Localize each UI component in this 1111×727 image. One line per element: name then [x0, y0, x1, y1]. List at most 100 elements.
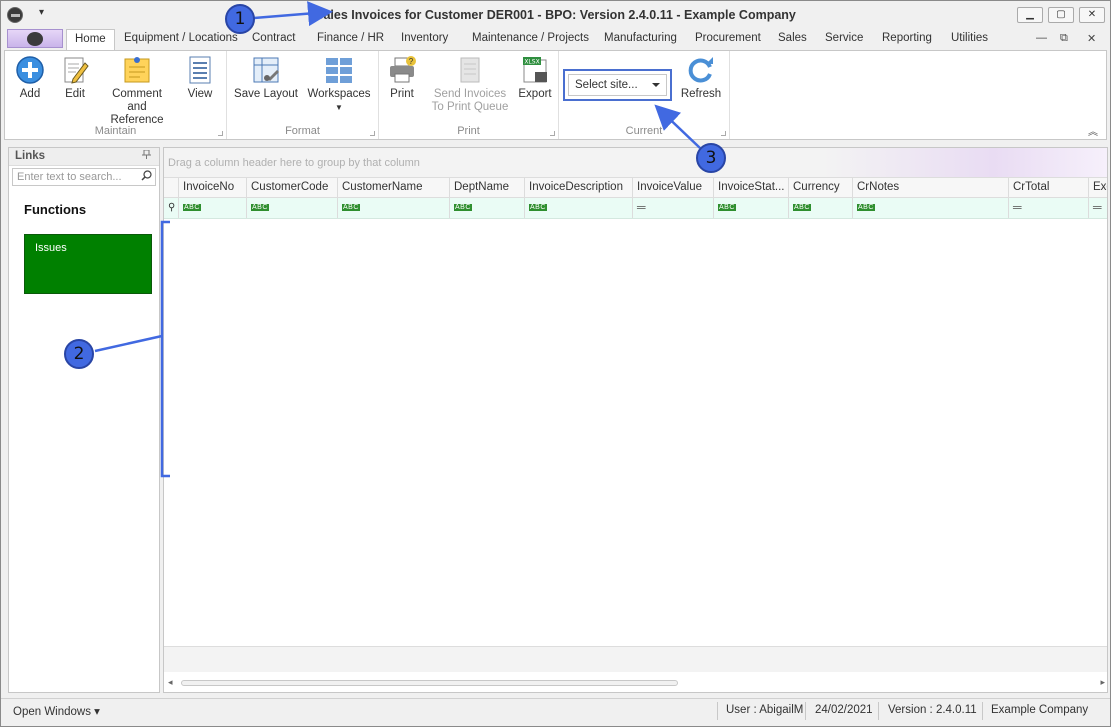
group-launcher-icon[interactable] [721, 131, 726, 136]
comment-and-reference-button[interactable]: Comment and Reference [102, 55, 172, 127]
send-to-print-queue-button[interactable]: Send Invoices To Print Queue [429, 55, 511, 114]
filter-cell-currency[interactable]: ABC [789, 198, 853, 218]
scroll-right-icon[interactable]: ▸ [1100, 677, 1105, 688]
column-header-customercode[interactable]: CustomerCode [247, 178, 338, 197]
filter-abc-icon: ABC [454, 204, 472, 211]
save-layout-button[interactable]: Save Layout [233, 55, 299, 101]
document-view-icon [185, 55, 215, 85]
filter-cell-customername[interactable]: ABC [338, 198, 450, 218]
chevron-down-icon [652, 83, 660, 87]
open-windows-button[interactable]: Open Windows ▾ [13, 704, 100, 718]
grid-total-row [164, 646, 1107, 672]
links-panel: Links Enter text to search... Functions … [8, 147, 160, 693]
pin-icon[interactable] [142, 149, 151, 162]
refresh-button[interactable]: Refresh [677, 55, 725, 101]
tab-reporting[interactable]: Reporting [882, 32, 932, 44]
tab-utilities[interactable]: Utilities [951, 32, 988, 44]
tab-equipment-locations[interactable]: Equipment / Locations [124, 32, 238, 44]
tab-home[interactable]: Home [66, 29, 115, 51]
send-label-line1: Send Invoices [433, 88, 507, 100]
column-header-currency[interactable]: Currency [789, 178, 853, 197]
scroll-left-icon[interactable]: ◂ [168, 677, 173, 688]
group-launcher-icon[interactable] [370, 131, 375, 136]
column-header-invoicestatus[interactable]: InvoiceStat... [714, 178, 789, 197]
group-label-format: Format [285, 125, 320, 137]
functions-heading: Functions [24, 202, 87, 217]
group-launcher-icon[interactable] [550, 131, 555, 136]
close-button[interactable]: ✕ [1079, 7, 1105, 23]
collapse-ribbon-icon[interactable]: ︽ [1088, 123, 1098, 138]
save-layout-icon [251, 55, 281, 85]
tab-contract[interactable]: Contract [252, 32, 295, 44]
filter-cell-invoicevalue[interactable]: ═ [633, 198, 714, 218]
column-header-crnotes[interactable]: CrNotes [853, 178, 1009, 197]
app-logo-icon [27, 32, 43, 46]
application-window: ▾ Sales Invoices for Customer DER001 - B… [0, 0, 1111, 727]
group-by-panel[interactable]: Drag a column header here to group by th… [164, 148, 1107, 178]
tab-manufacturing[interactable]: Manufacturing [604, 32, 677, 44]
filter-cell-crtotal[interactable]: ═ [1009, 198, 1089, 218]
workspaces-icon [324, 55, 354, 85]
callout-badge-1: 1 [225, 4, 255, 34]
tab-finance-hr[interactable]: Finance / HR [317, 32, 384, 44]
links-search-input[interactable]: Enter text to search... [12, 168, 156, 186]
group-launcher-icon[interactable] [218, 131, 223, 136]
print-button[interactable]: ? Print [385, 55, 419, 101]
minimize-button[interactable]: ▁ [1017, 7, 1043, 23]
filter-cell-crnotes[interactable]: ABC [853, 198, 1009, 218]
status-version: Version : 2.4.0.11 [888, 704, 977, 716]
status-company: Example Company [991, 704, 1089, 716]
filter-cell-invoicestatus[interactable]: ABC [714, 198, 789, 218]
save-layout-label: Save Layout [234, 88, 298, 100]
filter-cell-customercode[interactable]: ABC [247, 198, 338, 218]
tab-maintenance-projects[interactable]: Maintenance / Projects [472, 32, 589, 44]
group-label-print: Print [457, 125, 480, 137]
add-button[interactable]: Add [13, 55, 47, 101]
column-header-crtotal[interactable]: CrTotal [1009, 178, 1089, 197]
site-select-highlight: Select site... [563, 69, 672, 101]
column-header-exc[interactable]: Exc [1089, 178, 1107, 197]
grid-header-row: InvoiceNo CustomerCode CustomerName Dept… [164, 178, 1107, 198]
refresh-label: Refresh [680, 88, 722, 100]
application-menu-button[interactable] [7, 29, 63, 48]
filter-abc-icon: ABC [857, 204, 875, 211]
note-icon [122, 55, 152, 85]
export-button[interactable]: XLSX Export [515, 55, 555, 101]
column-header-customername[interactable]: CustomerName [338, 178, 450, 197]
links-search-placeholder: Enter text to search... [17, 171, 122, 183]
scrollbar-thumb[interactable] [181, 680, 678, 686]
filter-cell-invoicedescription[interactable]: ABC [525, 198, 633, 218]
horizontal-scrollbar[interactable]: ◂ ▸ [164, 676, 1107, 690]
ribbon-group-format: Save Layout Workspaces ▼ Format [227, 51, 379, 139]
tab-service[interactable]: Service [825, 32, 863, 44]
column-header-invoicevalue[interactable]: InvoiceValue [633, 178, 714, 197]
edit-button[interactable]: Edit [58, 55, 92, 101]
grid-filter-row: ⚲ ABC ABC ABC ABC ABC ═ ABC ABC ABC ═ ═ [164, 198, 1107, 219]
site-select[interactable]: Select site... [568, 74, 667, 96]
site-select-value: Select site... [575, 79, 638, 91]
tab-sales[interactable]: Sales [778, 32, 807, 44]
workspaces-label: Workspaces [307, 88, 371, 100]
column-header-invoicedescription[interactable]: InvoiceDescription [525, 178, 633, 197]
export-label: Export [518, 88, 552, 100]
maximize-button[interactable]: ▢ [1048, 7, 1074, 23]
tab-inventory[interactable]: Inventory [401, 32, 448, 44]
mdi-restore-button[interactable]: ⧉ [1060, 32, 1068, 45]
workspaces-button[interactable]: Workspaces ▼ [307, 55, 371, 114]
callout-badge-3: 3 [696, 143, 726, 173]
column-header-invoiceno[interactable]: InvoiceNo [179, 178, 247, 197]
ribbon-group-print: ? Print Send Invoices To Print Queue XLS… [379, 51, 559, 139]
filter-cell-exc[interactable]: ═ [1089, 198, 1107, 218]
issues-tile[interactable]: Issues [24, 234, 152, 294]
refresh-icon [686, 55, 716, 85]
status-bar: Open Windows ▾ User : AbigailM 24/02/202… [1, 698, 1110, 722]
svg-text:XLSX: XLSX [524, 59, 539, 66]
search-icon[interactable] [141, 170, 152, 181]
view-button[interactable]: View [183, 55, 217, 101]
filter-cell-invoiceno[interactable]: ABC [179, 198, 247, 218]
tab-procurement[interactable]: Procurement [695, 32, 761, 44]
mdi-close-button[interactable]: ✕ [1087, 32, 1096, 45]
mdi-minimize-button[interactable]: — [1036, 32, 1047, 44]
column-header-deptname[interactable]: DeptName [450, 178, 525, 197]
filter-cell-deptname[interactable]: ABC [450, 198, 525, 218]
